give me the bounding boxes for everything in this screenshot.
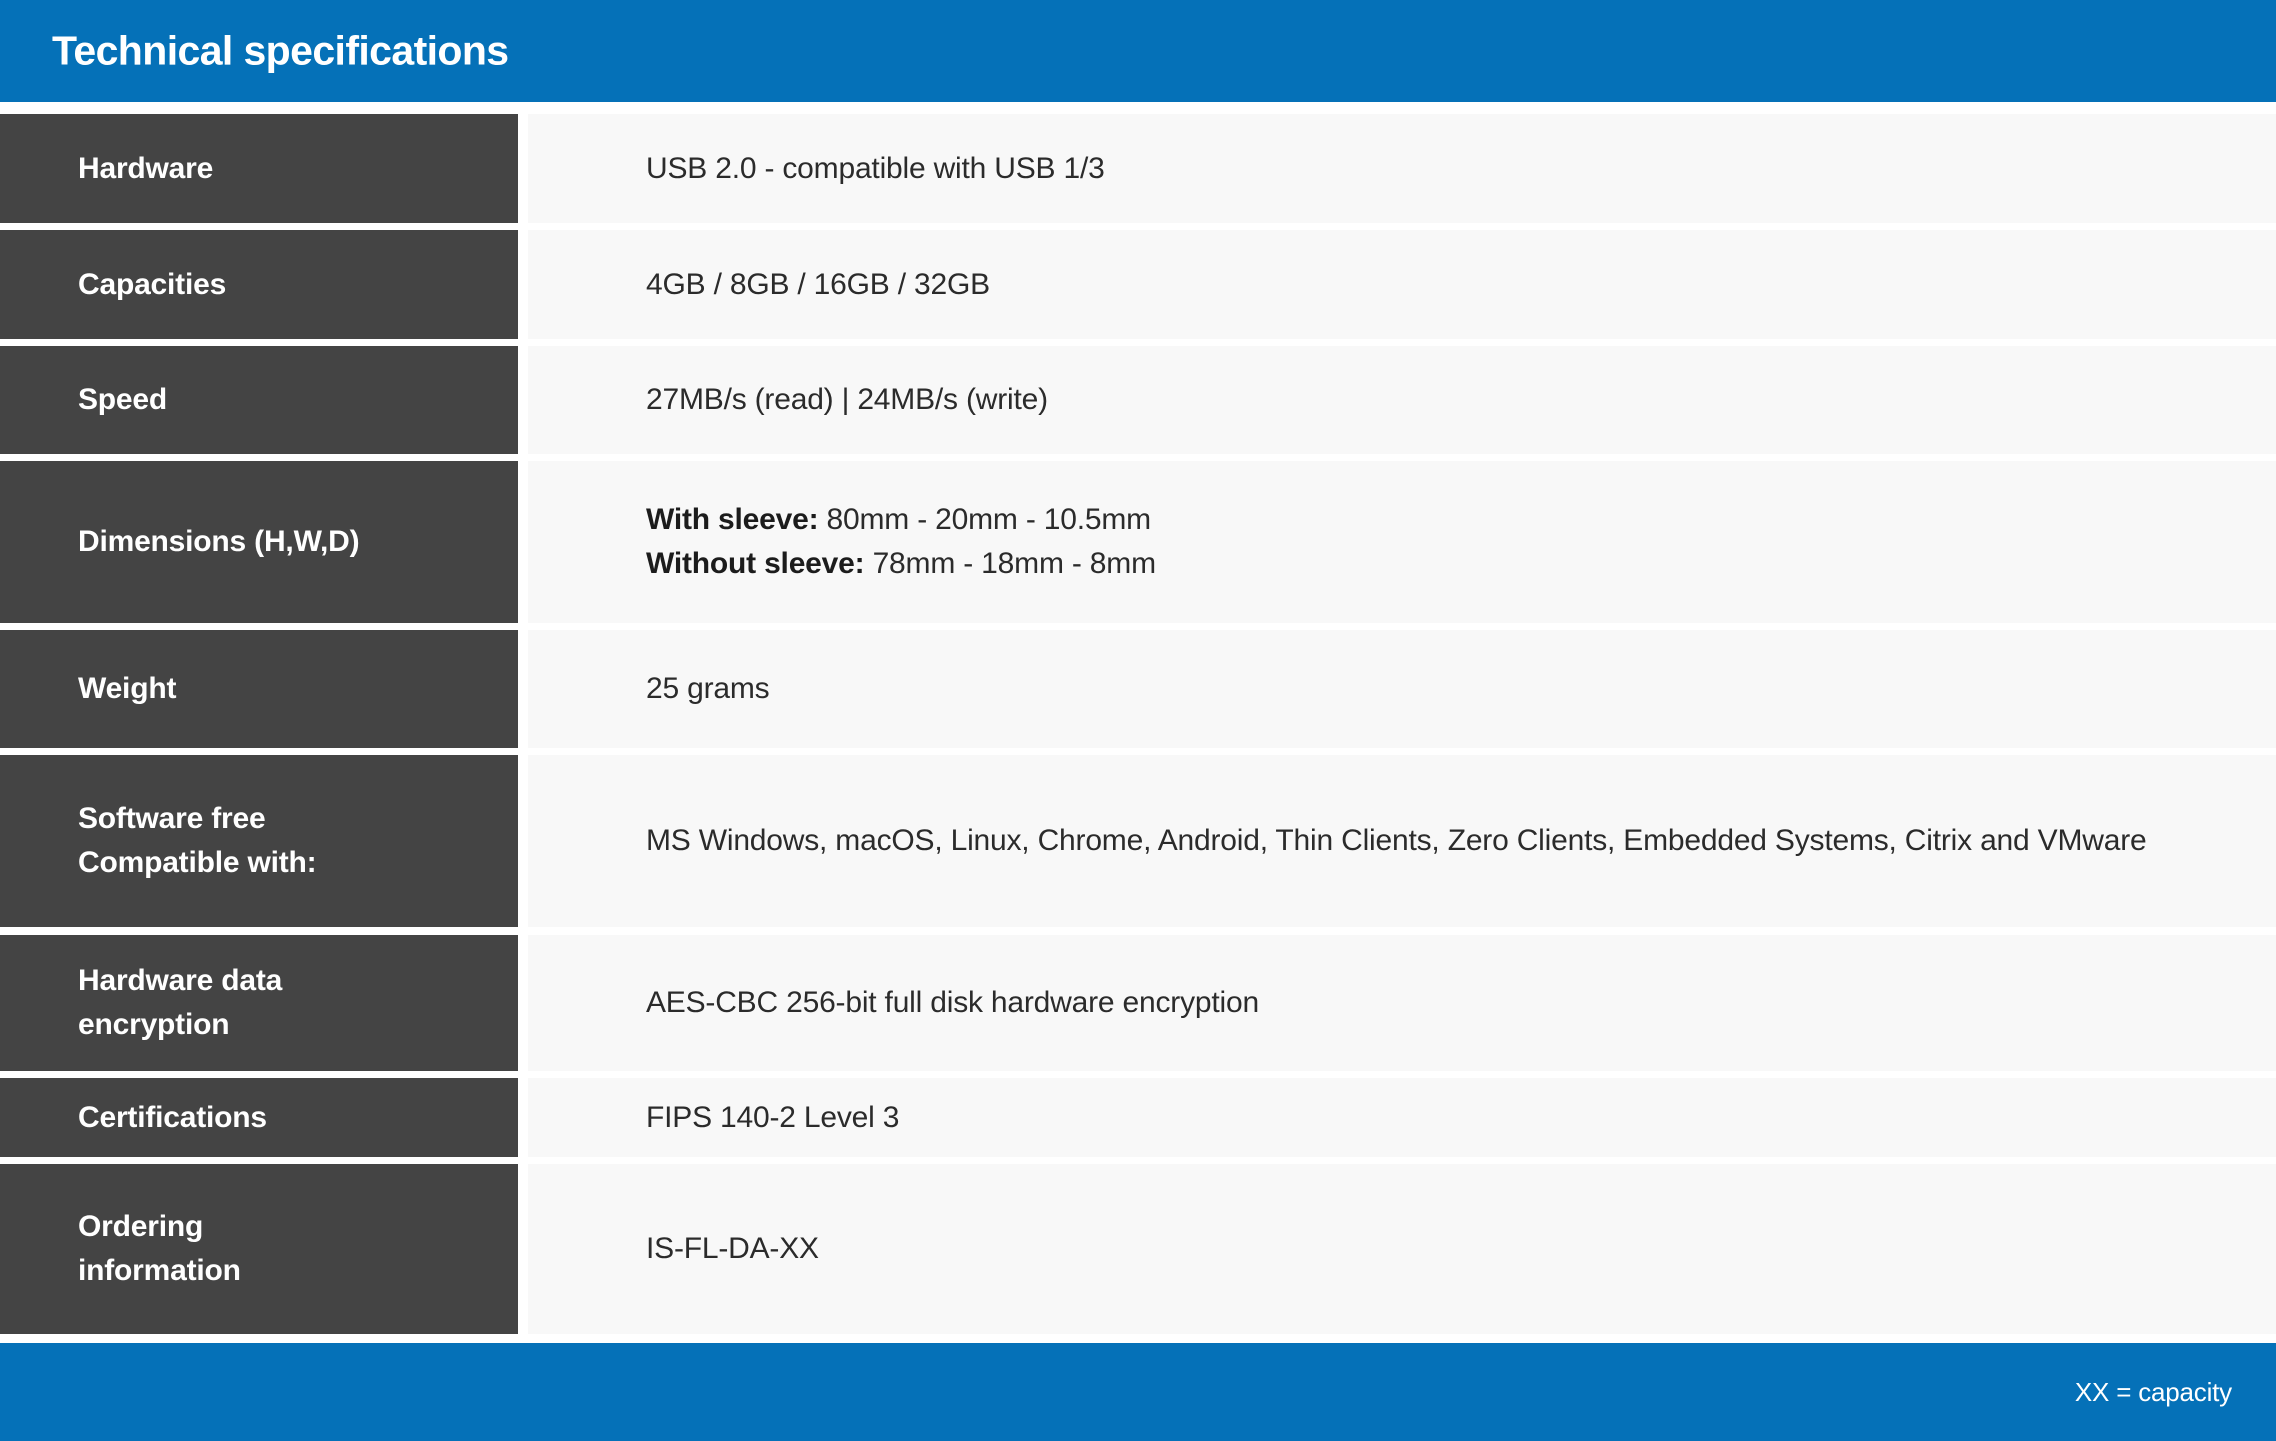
footer-bar: XX = capacity — [0, 1343, 2276, 1441]
spec-value-cell: MS Windows, macOS, Linux, Chrome, Androi… — [528, 755, 2276, 927]
table-row: Ordering information IS-FL-DA-XX — [0, 1164, 2276, 1334]
table-row: Hardware USB 2.0 - compatible with USB 1/… — [0, 114, 2276, 223]
spec-value-text: AES-CBC 256-bit full disk hardware encry… — [646, 986, 1259, 1019]
spec-value-cell: AES-CBC 256-bit full disk hardware encry… — [528, 935, 2276, 1071]
spec-label-text: Hardware data encryption — [78, 964, 283, 1041]
spec-label-cell: Weight — [0, 630, 518, 748]
spec-value-text: With sleeve: 80mm - 20mm - 10.5mm Without… — [646, 503, 1156, 580]
spec-label-cell: Speed — [0, 346, 518, 454]
spec-label-text: Hardware — [78, 151, 214, 185]
spec-label-text: Speed — [78, 383, 168, 416]
spec-value-text: USB 2.0 - compatible with USB 1/3 — [646, 151, 1105, 185]
spec-label-cell: Certifications — [0, 1078, 518, 1157]
spec-label-cell: Hardware data encryption — [0, 935, 518, 1071]
spec-value-cell: USB 2.0 - compatible with USB 1/3 — [528, 114, 2276, 223]
table-row: Hardware data encryption AES-CBC 256-bit f… — [0, 935, 2276, 1071]
spec-value-text: 4GB / 8GB / 16GB / 32GB — [646, 267, 990, 301]
spec-label-text: Software free Compatible with: — [78, 802, 317, 879]
spec-label-text: Certifications — [78, 1100, 267, 1134]
spec-value-cell: 27MB/s (read) | 24MB/s (write) — [528, 346, 2276, 454]
spec-value-cell: 25 grams — [528, 630, 2276, 748]
table-row: Weight 25 grams — [0, 630, 2276, 748]
footer-note: XX = capacity — [2074, 1377, 2232, 1407]
specifications-table: Hardware USB 2.0 - compatible with USB 1/… — [0, 0, 2276, 1441]
spec-label-cell: Dimensions (H,W,D) — [0, 461, 518, 623]
table-row: Software free Compatible with: MS Windows,… — [0, 755, 2276, 927]
spec-label-text: Weight — [78, 672, 177, 705]
table-row: Dimensions (H,W,D) With sleeve: 80mm - 20… — [0, 461, 2276, 623]
spec-label-cell: Software free Compatible with: — [0, 755, 518, 927]
spec-value-text: MS Windows, macOS, Linux, Chrome, Androi… — [646, 824, 2147, 857]
table-row: Certifications FIPS 140-2 Level 3 — [0, 1078, 2276, 1157]
technical-specifications-sheet: Technical specifications Hardware USB 2.0… — [0, 0, 2276, 1441]
spec-label-cell: Capacities — [0, 230, 518, 339]
spec-value-cell: With sleeve: 80mm - 20mm - 10.5mm Without… — [528, 461, 2276, 623]
table-row: Capacities 4GB / 8GB / 16GB / 32GB — [0, 230, 2276, 339]
spec-label-text: Ordering information — [78, 1210, 241, 1287]
spec-value-cell: IS-FL-DA-XX — [528, 1164, 2276, 1334]
table-row: Speed 27MB/s (read) | 24MB/s (write) — [0, 346, 2276, 454]
spec-label-text: Dimensions (H,W,D) — [78, 525, 360, 558]
spec-label-cell: Ordering information — [0, 1164, 518, 1334]
spec-label-cell: Hardware — [0, 114, 518, 223]
spec-value-text: 25 grams — [646, 672, 770, 705]
spec-value-text: IS-FL-DA-XX — [646, 1232, 819, 1265]
spec-value-cell: FIPS 140-2 Level 3 — [528, 1078, 2276, 1157]
spec-label-text: Capacities — [78, 267, 227, 301]
spec-value-cell: 4GB / 8GB / 16GB / 32GB — [528, 230, 2276, 339]
spec-value-text: FIPS 140-2 Level 3 — [646, 1100, 900, 1134]
spec-value-text: 27MB/s (read) | 24MB/s (write) — [646, 383, 1048, 416]
